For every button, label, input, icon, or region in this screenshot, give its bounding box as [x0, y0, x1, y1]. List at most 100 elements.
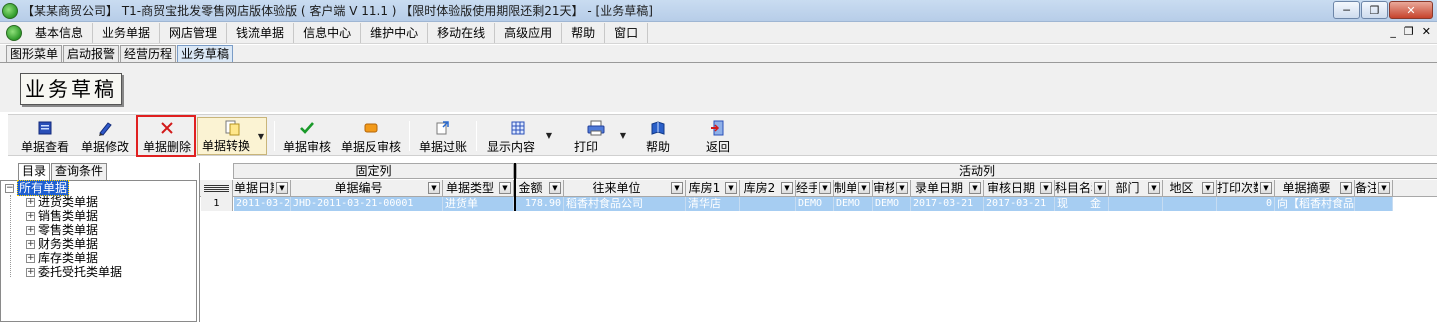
table-row[interactable]: 1 2011-03-21 JHD-2011-03-21-00001 进货单 178.9… — [200, 197, 1437, 211]
table-cell[interactable]: JHD-2011-03-21-00001 — [291, 197, 443, 211]
column-filter-dropdown-icon[interactable]: ▼ — [725, 182, 737, 194]
menu-window[interactable]: 窗口 — [605, 22, 649, 43]
column-filter-dropdown-icon[interactable]: ▼ — [671, 182, 683, 194]
column-header[interactable]: 库房1 ▼ — [686, 180, 740, 197]
column-filter-dropdown-icon[interactable]: ▼ — [858, 182, 870, 194]
column-header[interactable]: 打印次数▼ — [1217, 180, 1275, 197]
table-cell[interactable]: 稻香村食品公司 — [564, 197, 686, 211]
table-cell[interactable]: 2017-03-21 — [911, 197, 984, 211]
table-cell[interactable] — [1355, 197, 1393, 211]
column-header[interactable]: 单据编号 ▼ — [291, 180, 443, 197]
table-cell[interactable]: 2011-03-21 — [234, 197, 291, 211]
table-cell[interactable]: DEMO — [796, 197, 834, 211]
column-filter-dropdown-icon[interactable]: ▼ — [819, 182, 831, 194]
column-filter-dropdown-icon[interactable]: ▼ — [276, 182, 288, 194]
table-cell[interactable]: 清华店 — [686, 197, 740, 211]
column-header[interactable]: 地区 ▼ — [1163, 180, 1217, 197]
table-cell[interactable]: 进货单 — [443, 197, 514, 211]
column-filter-dropdown-icon[interactable]: ▼ — [1148, 182, 1160, 194]
view-document-button[interactable]: 单据查看 — [18, 117, 72, 155]
expand-icon[interactable]: + — [26, 211, 35, 221]
tab-business-history[interactable]: 经营历程 — [120, 45, 177, 62]
column-filter-dropdown-icon[interactable]: ▼ — [969, 182, 981, 194]
close-button[interactable]: ✕ — [1389, 1, 1433, 19]
column-filter-dropdown-icon[interactable]: ▼ — [1260, 182, 1272, 194]
tab-startup-alert[interactable]: 启动报警 — [63, 45, 120, 62]
column-filter-dropdown-icon[interactable]: ▼ — [499, 182, 511, 194]
table-cell[interactable]: 0 — [1217, 197, 1275, 211]
edit-document-button[interactable]: 单据修改 — [78, 117, 132, 155]
table-cell[interactable] — [740, 197, 796, 211]
column-header[interactable]: 往来单位 ▼ — [564, 180, 686, 197]
tree-item-finance[interactable]: + 财务类单据 — [26, 237, 98, 251]
menu-advanced[interactable]: 高级应用 — [495, 22, 563, 43]
menu-cash-flow[interactable]: 钱流单据 — [227, 22, 295, 43]
maximize-button[interactable]: ❐ — [1361, 1, 1388, 19]
column-header[interactable]: 单据类型 ▼ — [443, 180, 514, 197]
table-cell[interactable]: DEMO — [834, 197, 873, 211]
table-cell[interactable] — [1163, 197, 1217, 211]
row-selector-header[interactable] — [201, 180, 233, 197]
column-header[interactable]: 制单人▼ — [834, 180, 873, 197]
tab-catalog[interactable]: 目录 — [18, 163, 51, 180]
column-header[interactable]: 金额 ▼ — [514, 180, 564, 197]
expand-icon[interactable]: + — [26, 267, 35, 277]
table-cell[interactable]: DEMO — [873, 197, 911, 211]
column-filter-dropdown-icon[interactable]: ▼ — [428, 182, 440, 194]
table-cell[interactable] — [1109, 197, 1163, 211]
mdi-minimize-button[interactable]: _ — [1390, 25, 1396, 38]
menu-mobile[interactable]: 移动在线 — [428, 22, 496, 43]
column-header[interactable]: 审核日期 ▼ — [984, 180, 1055, 197]
column-header[interactable]: 录单日期 ▼ — [911, 180, 984, 197]
tree-root[interactable]: − 所有单据 — [5, 180, 70, 196]
column-header[interactable]: 审核人▼ — [873, 180, 911, 197]
column-filter-dropdown-icon[interactable]: ▼ — [1340, 182, 1352, 194]
tree-item-inventory[interactable]: + 库存类单据 — [26, 251, 98, 265]
column-header[interactable]: 部门 ▼ — [1109, 180, 1163, 197]
tab-query-conditions[interactable]: 查询条件 — [51, 163, 108, 180]
table-cell[interactable]: 向【稻香村食品 — [1275, 197, 1355, 211]
unaudit-document-button[interactable]: 单据反审核 — [340, 117, 402, 155]
expand-icon[interactable]: + — [26, 253, 35, 263]
help-button[interactable]: 帮助 — [636, 117, 680, 155]
menu-business-docs[interactable]: 业务单据 — [93, 22, 161, 43]
collapse-icon[interactable]: − — [5, 183, 14, 193]
menu-maintenance[interactable]: 维护中心 — [361, 22, 429, 43]
column-header[interactable]: 单据日期▼ — [234, 180, 291, 197]
tree-item-retail[interactable]: + 零售类单据 — [26, 223, 98, 237]
column-filter-dropdown-icon[interactable]: ▼ — [549, 182, 561, 194]
convert-dropdown-arrow[interactable]: ▼ — [258, 132, 264, 141]
column-filter-dropdown-icon[interactable]: ▼ — [896, 182, 908, 194]
column-filter-dropdown-icon[interactable]: ▼ — [1094, 182, 1106, 194]
column-filter-dropdown-icon[interactable]: ▼ — [1040, 182, 1052, 194]
audit-document-button[interactable]: 单据审核 — [280, 117, 334, 155]
menu-basic-info[interactable]: 基本信息 — [26, 22, 94, 43]
column-header[interactable]: 科目名称▼ — [1055, 180, 1109, 197]
tree-item-consignment[interactable]: + 委托受托类单据 — [26, 265, 122, 279]
convert-document-button[interactable]: 单据转换 ▼ — [197, 117, 267, 155]
menu-online-store[interactable]: 网店管理 — [160, 22, 228, 43]
post-document-button[interactable]: 单据过账 — [416, 117, 470, 155]
table-cell[interactable]: 2017-03-21 — [984, 197, 1055, 211]
column-filter-dropdown-icon[interactable]: ▼ — [1202, 182, 1214, 194]
column-header[interactable]: 库房2 ▼ — [740, 180, 796, 197]
print-dropdown-arrow[interactable]: ▼ — [620, 131, 626, 140]
column-filter-dropdown-icon[interactable]: ▼ — [1378, 182, 1390, 194]
tree-item-purchase[interactable]: + 进货类单据 — [26, 195, 98, 209]
table-cell[interactable]: 178.90 — [514, 197, 564, 211]
tree-item-sales[interactable]: + 销售类单据 — [26, 209, 98, 223]
expand-icon[interactable]: + — [26, 239, 35, 249]
back-button[interactable]: 返回 — [696, 117, 740, 155]
mdi-restore-button[interactable]: ❐ — [1404, 25, 1414, 38]
column-header[interactable]: 备注▼ — [1355, 180, 1393, 197]
menu-info-center[interactable]: 信息中心 — [294, 22, 362, 43]
column-header[interactable]: 经手人▼ — [796, 180, 834, 197]
table-cell[interactable]: 现 金 — [1055, 197, 1109, 211]
delete-document-button[interactable]: 单据删除 — [140, 117, 194, 155]
minimize-button[interactable]: ─ — [1333, 1, 1360, 19]
print-button[interactable]: 打印 ▼ — [564, 117, 628, 155]
expand-icon[interactable]: + — [26, 197, 35, 207]
column-filter-dropdown-icon[interactable]: ▼ — [781, 182, 793, 194]
column-header[interactable]: 单据摘要 ▼ — [1275, 180, 1355, 197]
expand-icon[interactable]: + — [26, 225, 35, 235]
